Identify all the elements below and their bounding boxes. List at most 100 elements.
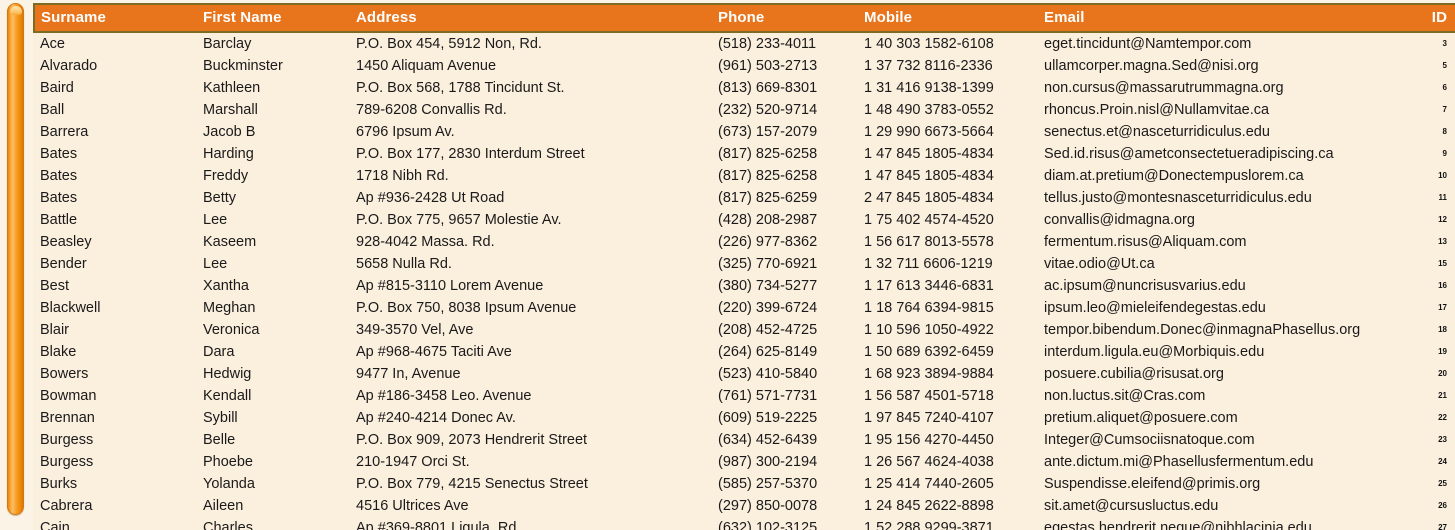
cell-mobile: 1 56 617 8013-5578: [864, 234, 994, 250]
cell-surname: Beasley: [40, 234, 92, 250]
cell-id: 17: [1438, 303, 1447, 312]
cell-phone: (813) 669-8301: [718, 80, 818, 96]
cell-id: 10: [1438, 171, 1447, 180]
cell-surname: Blake: [40, 344, 77, 360]
cell-first_name: Kaseem: [203, 234, 257, 250]
cell-address: Ap #186-3458 Leo. Avenue: [356, 388, 532, 404]
cell-first_name: Meghan: [203, 300, 256, 316]
cell-email: eget.tincidunt@Namtempor.com: [1044, 36, 1252, 52]
cell-mobile: 1 26 567 4624-4038: [864, 454, 994, 470]
cell-mobile: 1 56 587 4501-5718: [864, 388, 994, 404]
column-header-mobile[interactable]: Mobile: [858, 3, 1038, 33]
cell-mobile: 1 31 416 9138-1399: [864, 80, 994, 96]
cell-mobile: 1 52 288 9299-3871: [864, 520, 994, 530]
table-row[interactable]: Burgess Phoebe 210-1947 Orci St. (987) 300-…: [34, 451, 1455, 473]
table-row[interactable]: Bates Harding P.O. Box 177, 2830 Interdum …: [34, 143, 1455, 165]
cell-first_name: Kathleen: [203, 80, 261, 96]
table-row[interactable]: Ball Marshall 789-6208 Convallis Rd. (232) …: [34, 99, 1455, 121]
cell-email: ante.dictum.mi@Phasellusfermentum.edu: [1044, 454, 1314, 470]
table-row[interactable]: Cain Charles Ap #369-8801 Ligula, Rd. (632)…: [34, 517, 1455, 530]
cell-id: 3: [1442, 39, 1447, 48]
column-header-phone[interactable]: Phone: [712, 3, 858, 33]
cell-surname: Brennan: [40, 410, 95, 426]
cell-mobile: 1 29 990 6673-5664: [864, 124, 994, 140]
cell-id: 18: [1438, 325, 1447, 334]
table-row[interactable]: Beasley Kaseem 928-4042 Massa. Rd. (226) 97…: [34, 231, 1455, 253]
contacts-table-container: Surname First Name Address Phone Mobile …: [33, 3, 1455, 530]
cell-id: 11: [1438, 193, 1447, 202]
table-row[interactable]: Bates Freddy 1718 Nibh Rd. (817) 825-6258 1 …: [34, 165, 1455, 187]
table-row[interactable]: Blair Veronica 349-3570 Vel, Ave (208) 452-…: [34, 319, 1455, 341]
cell-address: 928-4042 Massa. Rd.: [356, 234, 495, 250]
cell-id: 23: [1438, 435, 1447, 444]
table-row[interactable]: Burks Yolanda P.O. Box 779, 4215 Senectus …: [34, 473, 1455, 495]
cell-phone: (817) 825-6258: [718, 168, 818, 184]
cell-mobile: 1 47 845 1805-4834: [864, 168, 994, 184]
cell-email: diam.at.pretium@Donectempuslorem.ca: [1044, 168, 1304, 184]
cell-surname: Bates: [40, 168, 78, 184]
column-header-id[interactable]: ID: [1421, 3, 1455, 33]
table-row[interactable]: Alvarado Buckminster 1450 Aliquam Avenue (9…: [34, 55, 1455, 77]
cell-phone: (673) 157-2079: [718, 124, 818, 140]
cell-email: interdum.ligula.eu@Morbiquis.edu: [1044, 344, 1265, 360]
vertical-scrollbar-track[interactable]: [0, 0, 30, 530]
table-row[interactable]: Cabrera Aileen 4516 Ultrices Ave (297) 850-…: [34, 495, 1455, 517]
cell-id: 5: [1442, 61, 1447, 70]
table-row[interactable]: Barrera Jacob B 6796 Ipsum Av. (673) 157-20…: [34, 121, 1455, 143]
table-row[interactable]: Burgess Belle P.O. Box 909, 2073 Hendrerit…: [34, 429, 1455, 451]
cell-email: Suspendisse.eleifend@primis.org: [1044, 476, 1261, 492]
table-row[interactable]: Bowers Hedwig 9477 In, Avenue (523) 410-584…: [34, 363, 1455, 385]
table-row[interactable]: Bowman Kendall Ap #186-3458 Leo. Avenue (76…: [34, 385, 1455, 407]
cell-surname: Burgess: [40, 432, 94, 448]
cell-surname: Cain: [40, 520, 70, 530]
table-header: Surname First Name Address Phone Mobile …: [33, 3, 1455, 33]
cell-id: 24: [1438, 457, 1447, 466]
cell-first_name: Jacob B: [203, 124, 256, 140]
column-header-surname[interactable]: Surname: [33, 3, 197, 33]
cell-phone: (518) 233-4011: [718, 36, 817, 52]
cell-id: 12: [1438, 215, 1447, 224]
table-row[interactable]: Blake Dara Ap #968-4675 Taciti Ave (264) 62…: [34, 341, 1455, 363]
cell-address: Ap #968-4675 Taciti Ave: [356, 344, 512, 360]
cell-surname: Cabrera: [40, 498, 93, 514]
cell-email: fermentum.risus@Aliquam.com: [1044, 234, 1247, 250]
cell-first_name: Marshall: [203, 102, 258, 118]
vertical-scrollbar-thumb[interactable]: [7, 3, 24, 515]
cell-email: non.cursus@massarutrummagna.org: [1044, 80, 1284, 96]
table-row[interactable]: Ace Barclay P.O. Box 454, 5912 Non, Rd. (51…: [34, 32, 1455, 55]
cell-mobile: 1 32 711 6606-1219: [864, 256, 993, 272]
cell-surname: Bates: [40, 190, 78, 206]
contacts-table-page: Surname First Name Address Phone Mobile …: [0, 0, 1455, 530]
cell-first_name: Hedwig: [203, 366, 252, 382]
cell-address: 210-1947 Orci St.: [356, 454, 470, 470]
table-row[interactable]: Bender Lee 5658 Nulla Rd. (325) 770-6921 1 3…: [34, 253, 1455, 275]
cell-email: Sed.id.risus@ametconsectetueradipiscing.…: [1044, 146, 1334, 162]
cell-id: 7: [1442, 105, 1447, 114]
cell-address: Ap #369-8801 Ligula, Rd.: [356, 520, 521, 530]
cell-id: 9: [1442, 149, 1447, 158]
cell-phone: (380) 734-5277: [718, 278, 818, 294]
cell-mobile: 1 24 845 2622-8898: [864, 498, 994, 514]
column-header-email[interactable]: Email: [1038, 3, 1421, 33]
table-row[interactable]: Blackwell Meghan P.O. Box 750, 8038 Ipsum …: [34, 297, 1455, 319]
table-row[interactable]: Bates Betty Ap #936-2428 Ut Road (817) 825-…: [34, 187, 1455, 209]
cell-id: 16: [1438, 281, 1447, 290]
cell-first_name: Xantha: [203, 278, 249, 294]
column-header-first-name[interactable]: First Name: [197, 3, 350, 33]
table-row[interactable]: Battle Lee P.O. Box 775, 9657 Molestie Av.…: [34, 209, 1455, 231]
cell-mobile: 1 68 923 3894-9884: [864, 366, 994, 382]
table-row[interactable]: Best Xantha Ap #815-3110 Lorem Avenue (380)…: [34, 275, 1455, 297]
column-header-address[interactable]: Address: [350, 3, 712, 33]
cell-phone: (609) 519-2225: [718, 410, 818, 426]
cell-first_name: Dara: [203, 344, 235, 360]
cell-id: 15: [1438, 259, 1447, 268]
cell-phone: (987) 300-2194: [718, 454, 818, 470]
table-row[interactable]: Baird Kathleen P.O. Box 568, 1788 Tincidun…: [34, 77, 1455, 99]
cell-phone: (220) 399-6724: [718, 300, 818, 316]
table-row[interactable]: Brennan Sybill Ap #240-4214 Donec Av. (609)…: [34, 407, 1455, 429]
cell-mobile: 1 40 303 1582-6108: [864, 36, 994, 52]
cell-first_name: Harding: [203, 146, 254, 162]
cell-surname: Bender: [40, 256, 87, 272]
cell-mobile: 1 37 732 8116-2336: [864, 58, 993, 74]
cell-surname: Burks: [40, 476, 78, 492]
